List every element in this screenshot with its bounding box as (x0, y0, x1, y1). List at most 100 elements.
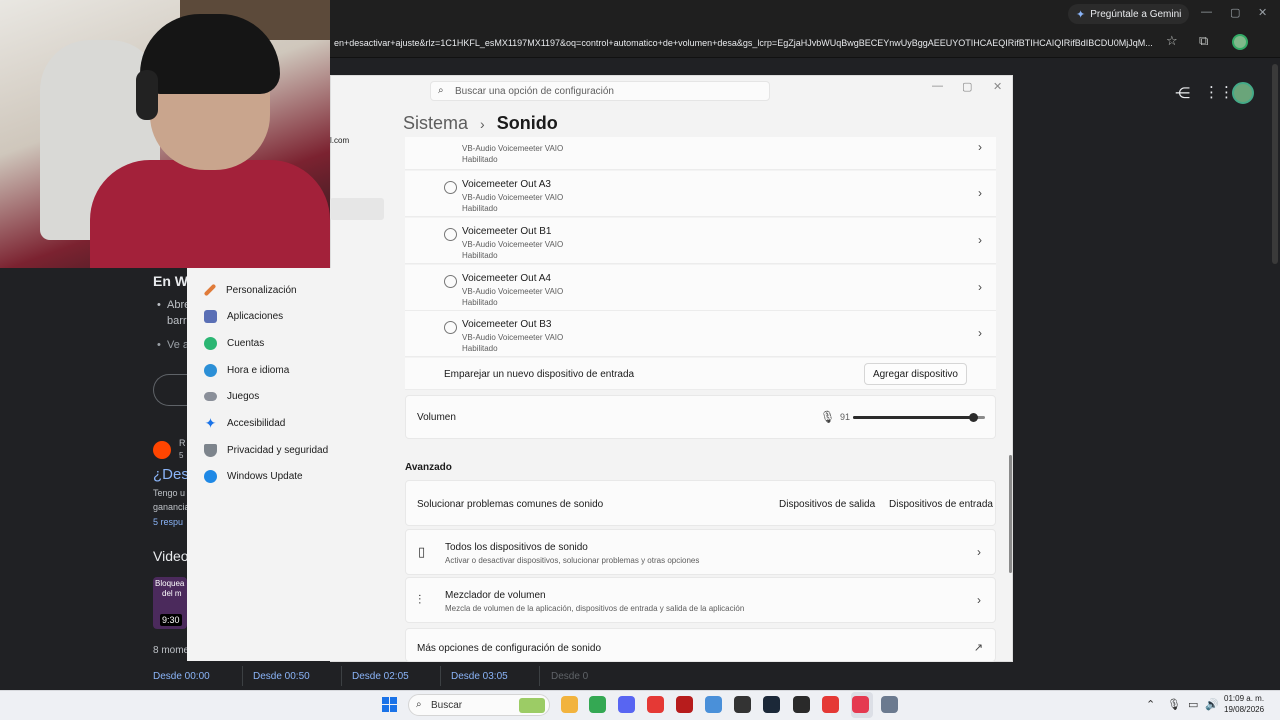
result-title[interactable]: ¿Des (153, 466, 189, 483)
nav-item-time-language[interactable]: Hora e idioma (204, 360, 289, 380)
google-account-avatar[interactable] (1232, 82, 1254, 104)
settings-maximize-icon[interactable]: ▢ (962, 80, 972, 93)
app-icon-2[interactable] (734, 696, 751, 713)
app-icon[interactable] (705, 696, 722, 713)
chrome-icon[interactable] (589, 696, 606, 713)
device-subtitle: VB-Audio Voicemeeter VAIO (462, 144, 564, 153)
profile-avatar[interactable] (1232, 34, 1248, 50)
device-subtitle: VB-Audio Voicemeeter VAIO (462, 193, 564, 202)
output-devices-link[interactable]: Dispositivos de salida (779, 499, 875, 510)
start-tile (390, 705, 397, 712)
device-name: Voicemeeter Out A4 (462, 273, 551, 284)
device-row[interactable]: Voicemeeter Out B1 VB-Audio Voicemeeter … (405, 218, 996, 264)
input-devices-link[interactable]: Dispositivos de entrada (889, 499, 993, 510)
settings-minimize-icon[interactable]: — (932, 80, 943, 92)
epic-icon[interactable] (793, 696, 810, 713)
bullet-text: Ve a (167, 339, 190, 351)
device-subtitle: VB-Audio Voicemeeter VAIO (462, 240, 564, 249)
maximize-icon[interactable]: ▢ (1230, 6, 1240, 19)
device-row[interactable]: Voicemeeter Out A4 VB-Audio Voicemeeter … (405, 265, 996, 311)
account-email: l.com (330, 136, 350, 145)
taskbar (0, 690, 1280, 720)
device-row[interactable]: Voicemeeter Out A3 VB-Audio Voicemeeter … (405, 171, 996, 217)
minimize-icon[interactable]: — (1201, 6, 1212, 18)
radio-button[interactable] (444, 321, 457, 334)
address-bar[interactable]: en+desactivar+ajuste&rlz=1C1HKFL_esMX119… (330, 32, 1160, 54)
troubleshoot-label: Solucionar problemas comunes de sonido (417, 499, 604, 510)
gemini-button[interactable]: ✦ Pregúntale a Gemini (1068, 4, 1190, 24)
clock-time: 01:09 a. m. (1224, 694, 1265, 703)
radio-button[interactable] (444, 275, 457, 288)
mixer-icon: ⫶ (418, 592, 422, 607)
tray-volume-icon[interactable]: 🔊 (1205, 698, 1219, 711)
extensions-icon[interactable]: ⧉ (1199, 33, 1208, 49)
option-title: Más opciones de configuración de sonido (417, 643, 602, 654)
device-row[interactable]: VB-Audio Voicemeeter VAIO Habilitado › (405, 137, 996, 170)
game-icon[interactable] (676, 696, 693, 713)
moment-link[interactable]: Desde 00:00 (153, 671, 210, 682)
nav-item-windows-update[interactable]: Windows Update (204, 466, 303, 486)
apps-grid-icon[interactable]: ⋮⋮ (1204, 83, 1234, 101)
app-icon-3[interactable] (822, 696, 839, 713)
nav-item-gaming[interactable]: Juegos (204, 386, 259, 406)
nav-item-accessibility[interactable]: ✦ Accesibilidad (204, 413, 286, 433)
app-icon-4[interactable] (852, 696, 869, 713)
option-title: Todos los dispositivos de sonido (445, 542, 588, 553)
add-device-button[interactable]: Agregar dispositivo (863, 363, 967, 385)
tray-chevron-up-icon[interactable]: ⌃ (1146, 698, 1155, 711)
share-icon[interactable]: ⋲ (1175, 84, 1190, 102)
device-row[interactable]: Voicemeeter Out B3 VB-Audio Voicemeeter … (405, 311, 996, 357)
moment-link[interactable]: Desde 03:05 (451, 671, 508, 682)
windows-start-icon[interactable] (382, 697, 398, 713)
webcam-person-body (90, 160, 330, 268)
discord-icon[interactable] (618, 696, 635, 713)
volume-slider-thumb[interactable] (969, 413, 979, 422)
close-icon[interactable]: ✕ (1258, 6, 1267, 19)
nav-item-label: Aplicaciones (227, 310, 284, 322)
all-devices-row[interactable]: ▯ Todos los dispositivos de sonido Activ… (405, 529, 996, 575)
replies-link[interactable]: 5 respu (153, 517, 183, 527)
nav-item-label: Privacidad y seguridad (227, 444, 329, 456)
external-link-icon: ↗ (973, 642, 983, 654)
moment-link[interactable]: Desde 00:50 (253, 671, 310, 682)
device-status: Habilitado (462, 298, 498, 307)
moment-link[interactable]: Desde 02:05 (352, 671, 409, 682)
settings-scrollbar[interactable] (1009, 455, 1012, 573)
bookmark-star-icon[interactable]: ☆ (1166, 33, 1178, 49)
tray-network-icon[interactable]: ▭ (1188, 698, 1198, 711)
more-sound-settings-row[interactable]: Más opciones de configuración de sonido … (405, 628, 996, 662)
file-explorer-icon[interactable] (561, 696, 578, 713)
breadcrumb-parent[interactable]: Sistema (403, 113, 468, 134)
radio-button[interactable] (444, 181, 457, 194)
nav-item-accounts[interactable]: Cuentas (204, 333, 264, 353)
gemini-button-label: Pregúntale a Gemini (1090, 8, 1182, 20)
accessibility-icon: ✦ (204, 414, 217, 431)
page-scrollbar[interactable] (1272, 64, 1278, 264)
settings-icon[interactable] (881, 696, 898, 713)
tray-microphone-icon[interactable]: 🎙 (1167, 698, 1181, 711)
steam-icon[interactable] (763, 696, 780, 713)
moment-link[interactable]: Desde 0 (551, 671, 588, 682)
device-status: Habilitado (462, 344, 498, 353)
reddit-icon (153, 441, 171, 459)
volume-slider[interactable] (853, 413, 985, 422)
nav-item-privacy[interactable]: Privacidad y seguridad (204, 440, 328, 460)
nav-item-personalization[interactable]: Personalización (203, 280, 297, 300)
pair-device-row: Emparejar un nuevo dispositivo de entrad… (405, 358, 996, 390)
result-snippet: ganancia (153, 502, 190, 512)
webcam-headset (136, 70, 158, 120)
settings-close-icon[interactable]: ✕ (993, 80, 1002, 93)
nav-item-apps[interactable]: Aplicaciones (204, 306, 283, 326)
settings-search-input[interactable]: ⌕ Buscar una opción de configuración (430, 81, 770, 101)
microphone-icon[interactable]: 🎙 (820, 410, 835, 424)
volume-mixer-row[interactable]: ⫶ Mezclador de volumen Mezcla de volumen… (405, 577, 996, 623)
radio-button[interactable] (444, 228, 457, 241)
globe-icon (204, 363, 217, 377)
youtube-icon[interactable] (647, 696, 664, 713)
taskbar-search-label: Buscar (431, 699, 463, 711)
search-icon: ⌕ (416, 699, 422, 710)
taskbar-search[interactable]: ⌕ Buscar (408, 694, 550, 716)
pair-device-label: Emparejar un nuevo dispositivo de entrad… (444, 369, 635, 380)
settings-nav-panel (187, 268, 404, 661)
taskbar-clock[interactable]: 01:09 a. m. 19/08/2026 (1224, 693, 1264, 715)
